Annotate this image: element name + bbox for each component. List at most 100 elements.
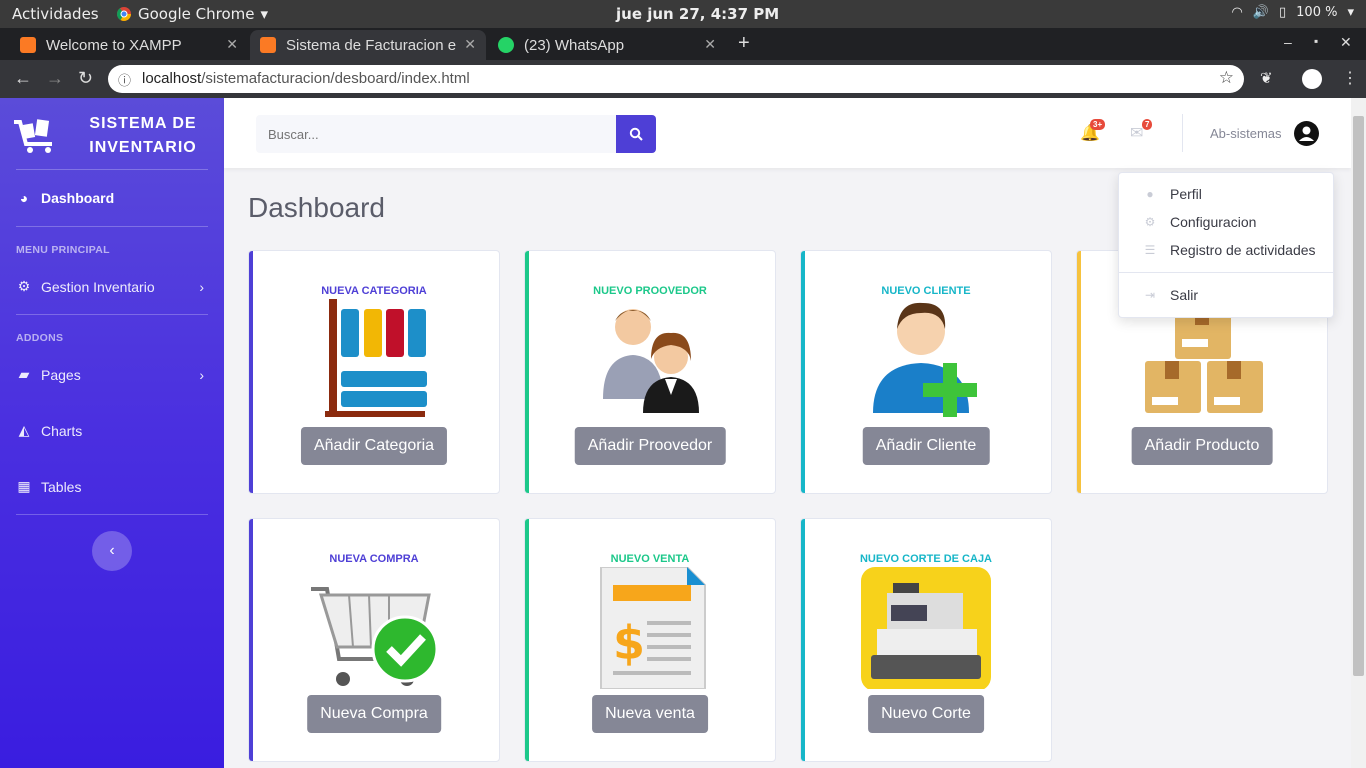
card-nueva-categoria: NUEVA CATEGORIA Añadir Categoria	[248, 250, 500, 494]
extension-icon[interactable]: ❦	[1260, 69, 1273, 87]
sidebar-item-label: Gestion Inventario	[41, 278, 155, 295]
bookshelf-icon	[325, 299, 427, 417]
chevron-down-icon: ▾	[260, 5, 269, 23]
user-avatar[interactable]	[1294, 121, 1319, 146]
tachometer-icon: ◕	[19, 190, 29, 206]
forward-button[interactable]: →	[46, 68, 64, 89]
tab-sistema[interactable]: Sistema de Facturacion e ✕	[250, 30, 486, 60]
alerts-button[interactable]: 🔔 3+	[1080, 119, 1106, 143]
sidebar-heading-addons: ADDONS	[16, 332, 64, 344]
user-dropdown-menu: ● Perfil ⚙ Configuracion ☰ Registro de a…	[1118, 172, 1334, 318]
menu-item-label: Registro de actividades	[1170, 242, 1316, 258]
search-input[interactable]	[256, 115, 616, 153]
tab-strip: Welcome to XAMPP ✕ Sistema de Facturacio…	[0, 28, 1366, 60]
add-category-button[interactable]: Añadir Categoria	[300, 427, 448, 465]
back-button[interactable]: ←	[14, 68, 32, 89]
divider	[16, 314, 208, 315]
menu-icon[interactable]: ⋮	[1342, 68, 1358, 88]
scrollbar-thumb[interactable]	[1353, 116, 1364, 676]
brand[interactable]: SISTEMA DE INVENTARIO	[0, 110, 224, 166]
close-icon[interactable]: ✕	[226, 36, 238, 53]
app-name: Google Chrome	[138, 5, 255, 23]
sidebar-toggle-button[interactable]: ‹	[92, 531, 132, 571]
gear-icon: ⚙	[17, 278, 31, 294]
cogs-icon: ⚙	[1144, 215, 1156, 229]
divider	[16, 514, 208, 515]
menu-item-label: Perfil	[1170, 186, 1202, 202]
battery-icon: ▯	[1279, 5, 1287, 20]
xampp-icon	[260, 37, 276, 53]
cash-register-icon	[861, 567, 991, 689]
clock[interactable]: jue jun 27, 4:37 PM	[616, 5, 779, 23]
tab-label: (23) WhatsApp	[524, 36, 625, 54]
topbar: 🔔 3+ ✉ 7 Ab-sistemas	[224, 98, 1351, 168]
divider	[16, 169, 208, 170]
close-icon[interactable]: ✕	[704, 36, 716, 53]
sidebar-item-dashboard[interactable]: ◕ Dashboard	[16, 190, 208, 206]
sidebar-item-gestion-inventario[interactable]: ⚙ Gestion Inventario ›	[16, 278, 208, 295]
minimize-button[interactable]: –	[1284, 34, 1292, 50]
wifi-icon: ◠	[1231, 5, 1243, 20]
xampp-icon	[20, 37, 36, 53]
info-icon[interactable]: ⓘ	[118, 70, 131, 89]
sidebar-item-label: Tables	[41, 478, 82, 495]
new-sale-button[interactable]: Nueva venta	[592, 695, 708, 733]
user-name[interactable]: Ab-sistemas	[1210, 126, 1282, 141]
search-button[interactable]	[616, 115, 656, 153]
table-icon: ▦	[17, 478, 31, 494]
close-icon[interactable]: ✕	[464, 36, 476, 53]
tab-label: Sistema de Facturacion e	[286, 36, 456, 54]
invoice-icon: $	[600, 567, 706, 689]
menu-item-perfil[interactable]: ● Perfil	[1143, 186, 1202, 202]
system-tray[interactable]: ◠ 🔊 ▯ 100 % ▾	[1231, 5, 1354, 20]
folder-icon: ▰	[18, 366, 30, 382]
page-title: Dashboard	[248, 192, 385, 223]
url-host: localhost	[142, 70, 202, 87]
new-purchase-button[interactable]: Nueva Compra	[307, 695, 441, 733]
address-bar[interactable]: ⓘ localhost/sistemafacturacion/desboard/…	[108, 65, 1244, 93]
user-icon	[1299, 126, 1314, 141]
maximize-button[interactable]: ▪	[1314, 34, 1318, 48]
sidebar-heading-menu: MENU PRINCIPAL	[16, 244, 110, 256]
sidebar-item-tables[interactable]: ▦ Tables	[16, 478, 208, 495]
add-client-button[interactable]: Añadir Cliente	[862, 427, 990, 465]
add-supplier-button[interactable]: Añadir Proovedor	[574, 427, 726, 465]
chevron-right-icon: ›	[199, 366, 204, 383]
messages-button[interactable]: ✉ 7	[1130, 119, 1153, 143]
card-nuevo-proovedor: NUEVO PROOVEDOR Añadir Proovedor	[524, 250, 776, 494]
activities-button[interactable]: Actividades	[12, 5, 99, 23]
card-nuevo-cliente: NUEVO CLIENTE Añadir Cliente	[800, 250, 1052, 494]
tab-xampp[interactable]: Welcome to XAMPP ✕	[10, 30, 248, 60]
page-scrollbar[interactable]	[1351, 98, 1366, 768]
svg-text:$: $	[613, 616, 645, 670]
app-menu[interactable]: Google Chrome ▾	[116, 5, 268, 23]
tab-whatsapp[interactable]: (23) WhatsApp ✕	[488, 30, 726, 60]
divider	[1182, 114, 1183, 152]
add-product-button[interactable]: Añadir Producto	[1131, 427, 1273, 465]
sidebar-item-pages[interactable]: ▰ Pages ›	[16, 366, 208, 383]
divider	[16, 226, 208, 227]
chart-area-icon: ◭	[18, 422, 30, 438]
star-icon[interactable]: ☆	[1219, 68, 1234, 88]
sidebar-item-label: Pages	[41, 366, 81, 383]
user-icon: ●	[1146, 187, 1154, 201]
card-accent	[1077, 251, 1081, 493]
browser-toolbar: ← → ↻ ⓘ localhost/sistemafacturacion/des…	[0, 60, 1366, 98]
sign-out-icon: ⇥	[1144, 288, 1156, 302]
add-user-icon	[873, 302, 977, 417]
menu-item-registro-de-actividades[interactable]: ☰ Registro de actividades	[1143, 242, 1316, 258]
chevron-left-icon: ‹	[109, 542, 115, 559]
menu-item-configuracion[interactable]: ⚙ Configuracion	[1143, 214, 1257, 230]
new-cash-cut-button[interactable]: Nuevo Corte	[868, 695, 984, 733]
sidebar-item-charts[interactable]: ◭ Charts	[16, 422, 208, 439]
profile-avatar[interactable]	[1302, 69, 1322, 89]
battery-level: 100 %	[1296, 5, 1338, 20]
reload-button[interactable]: ↻	[78, 68, 93, 89]
volume-icon: 🔊	[1252, 5, 1269, 20]
people-icon	[603, 309, 699, 413]
new-tab-button[interactable]: +	[738, 32, 750, 55]
close-window-button[interactable]: ✕	[1340, 34, 1352, 51]
menu-item-salir[interactable]: ⇥ Salir	[1143, 287, 1198, 303]
cart-logo-icon	[14, 119, 52, 153]
card-title: NUEVA COMPRA	[329, 553, 419, 565]
